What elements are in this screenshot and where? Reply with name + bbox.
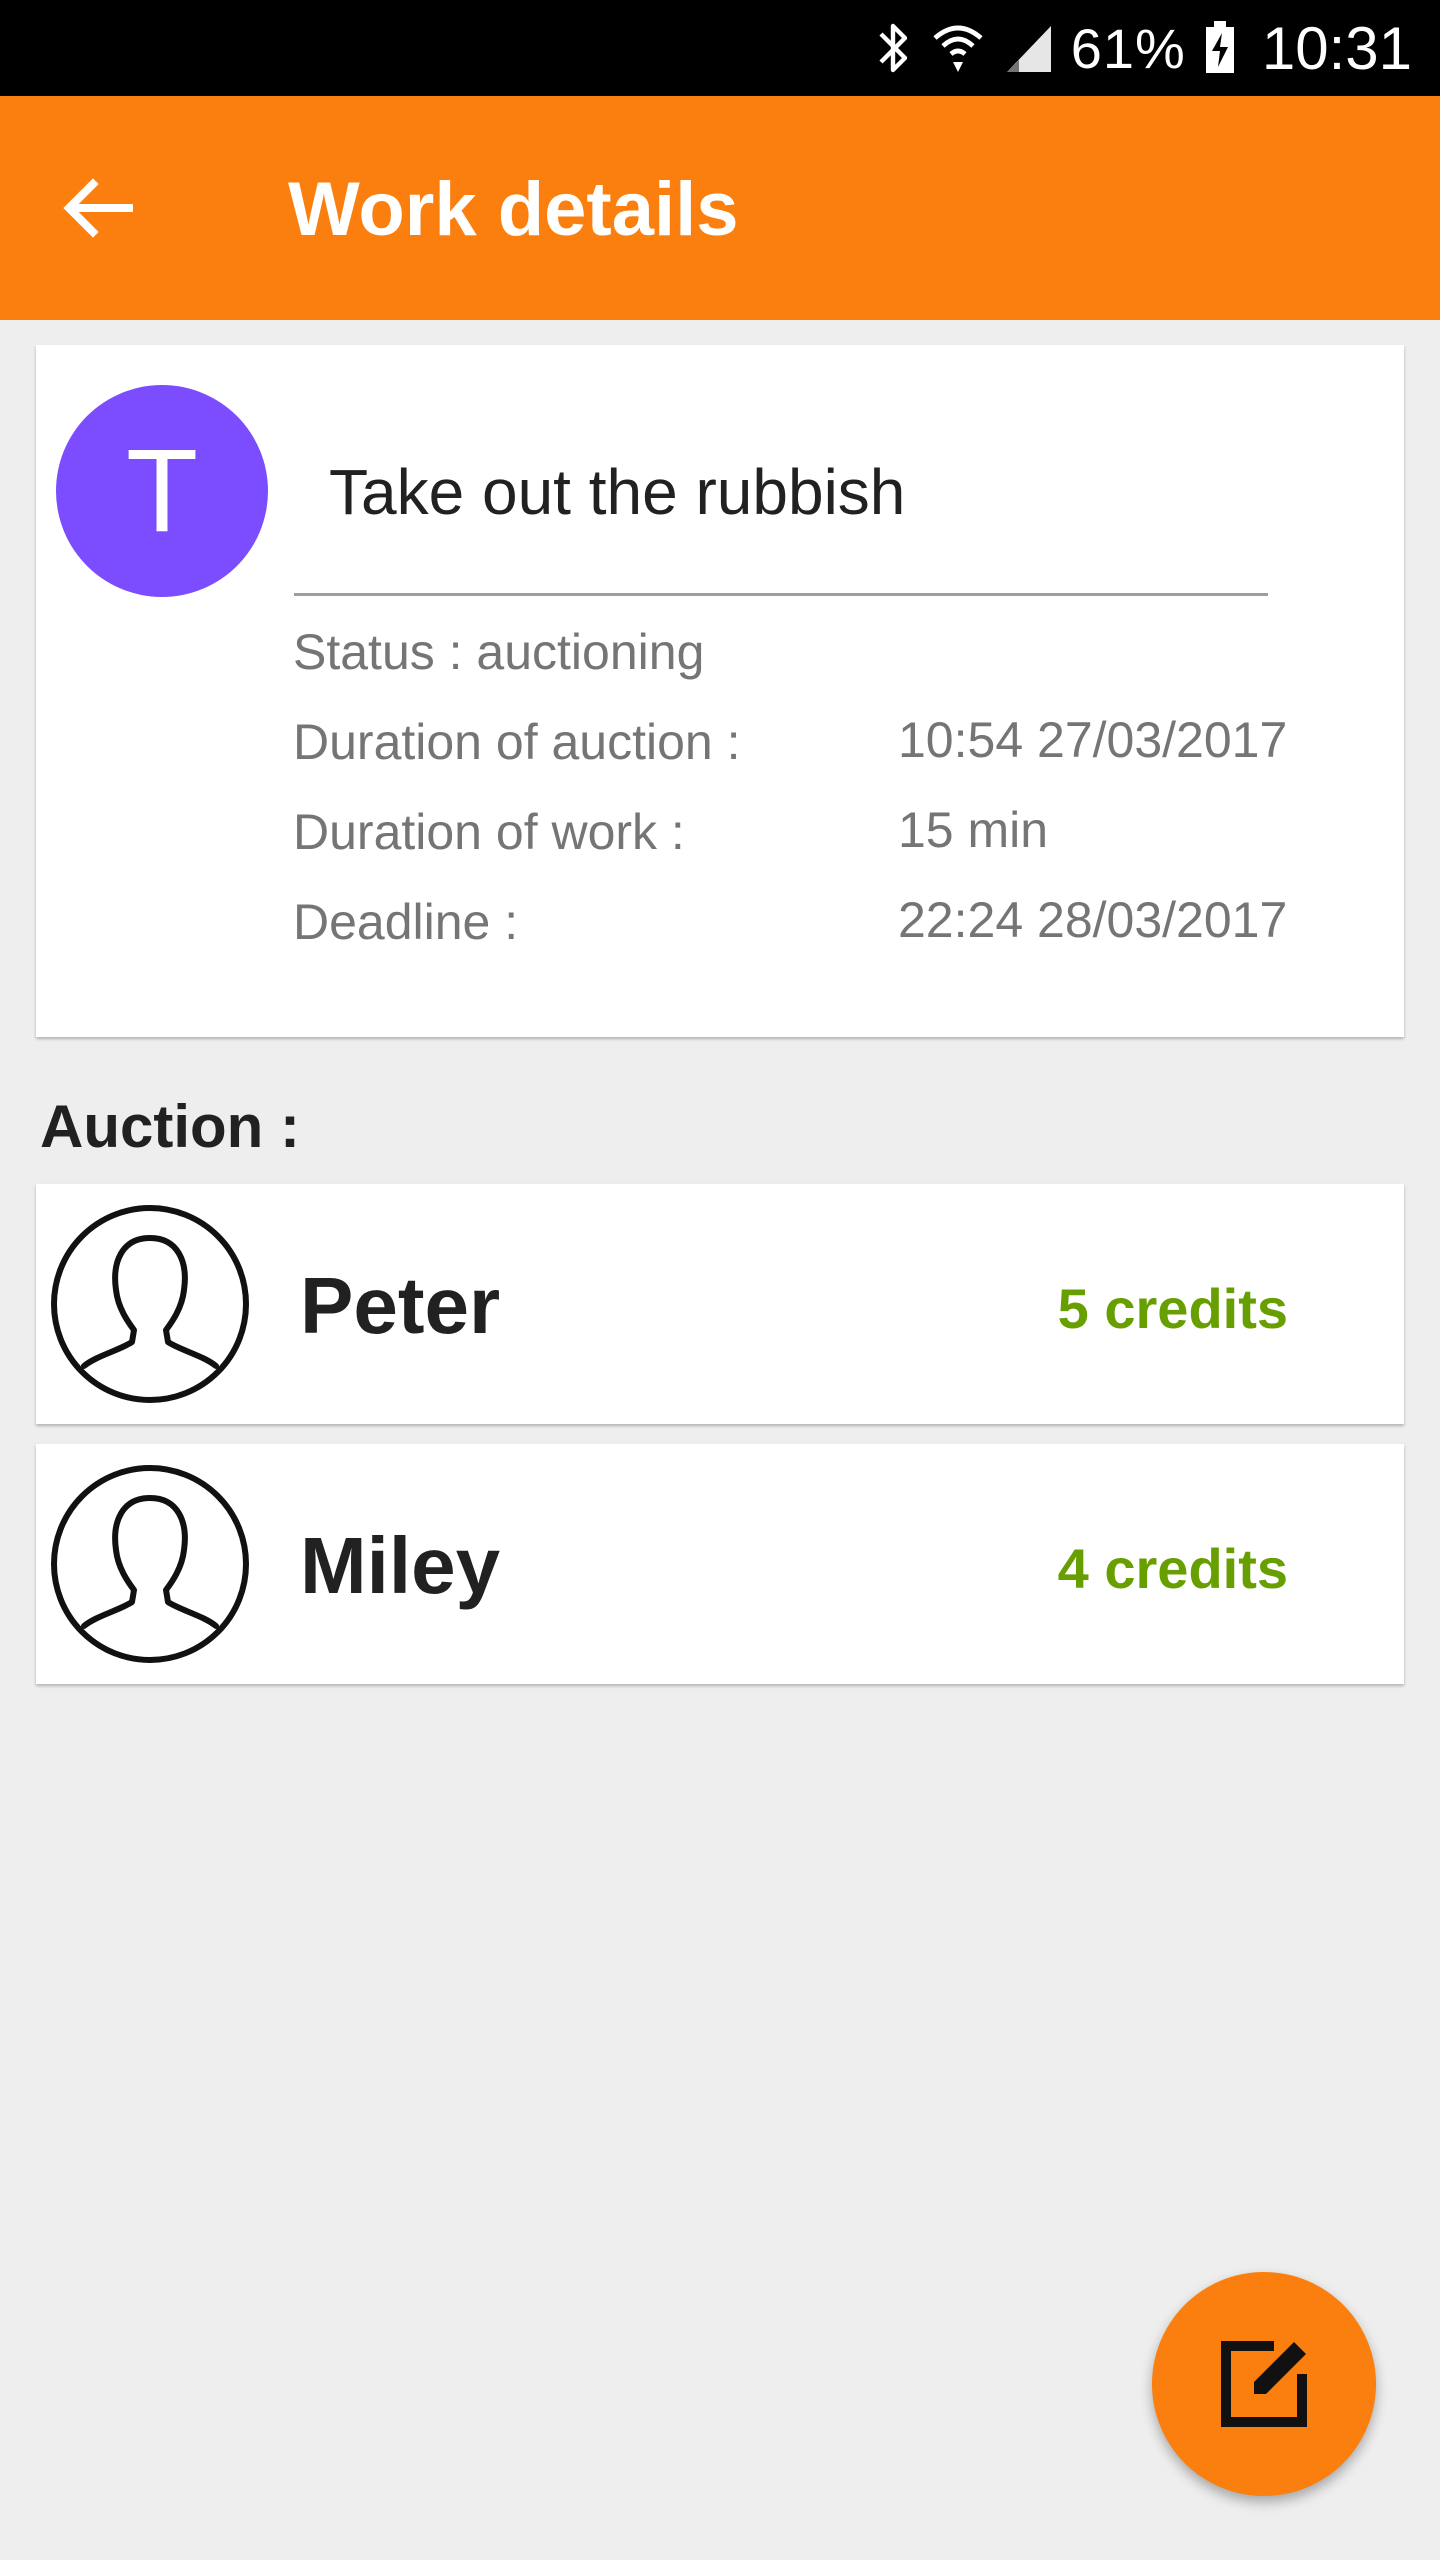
bid-credits: 5 credits bbox=[1057, 1277, 1288, 1340]
bid-row[interactable]: Peter 5 credits bbox=[36, 1184, 1404, 1424]
deadline-value: 22:24 28/03/2017 bbox=[898, 892, 1288, 948]
person-icon bbox=[51, 1205, 249, 1403]
signal-icon bbox=[1003, 22, 1053, 74]
auction-duration-label: Duration of auction : bbox=[293, 714, 741, 770]
bidder-name: Miley bbox=[300, 1521, 501, 1610]
battery-percent: 61% bbox=[1070, 16, 1186, 80]
app-bar: Work details bbox=[0, 96, 1440, 320]
page-title: Work details bbox=[288, 167, 739, 252]
status-text: Status : auctioning bbox=[293, 624, 705, 680]
work-title: Take out the rubbish bbox=[329, 456, 906, 528]
auction-duration-value: 10:54 27/03/2017 bbox=[898, 712, 1288, 768]
bidder-name: Peter bbox=[300, 1261, 501, 1350]
deadline-label: Deadline : bbox=[293, 894, 519, 950]
edit-icon bbox=[1221, 2341, 1307, 2427]
back-button[interactable] bbox=[58, 172, 138, 244]
auction-section-label: Auction : bbox=[40, 1093, 300, 1160]
work-avatar: T bbox=[56, 385, 268, 597]
person-icon bbox=[51, 1465, 249, 1663]
work-details-card: T Take out the rubbish Status : auctioni… bbox=[36, 345, 1404, 1037]
status-bar: 61% 10:31 bbox=[0, 0, 1440, 96]
edit-fab[interactable] bbox=[1152, 2272, 1376, 2496]
clock: 10:31 bbox=[1261, 14, 1412, 82]
wifi-icon bbox=[931, 20, 985, 76]
title-divider bbox=[294, 593, 1268, 596]
work-duration-label: Duration of work : bbox=[293, 804, 685, 860]
arrow-back-icon bbox=[63, 178, 133, 238]
bid-credits: 4 credits bbox=[1057, 1537, 1288, 1600]
bid-row[interactable]: Miley 4 credits bbox=[36, 1444, 1404, 1684]
battery-charging-icon bbox=[1204, 21, 1236, 75]
bluetooth-icon bbox=[873, 20, 913, 76]
work-duration-value: 15 min bbox=[898, 802, 1049, 858]
